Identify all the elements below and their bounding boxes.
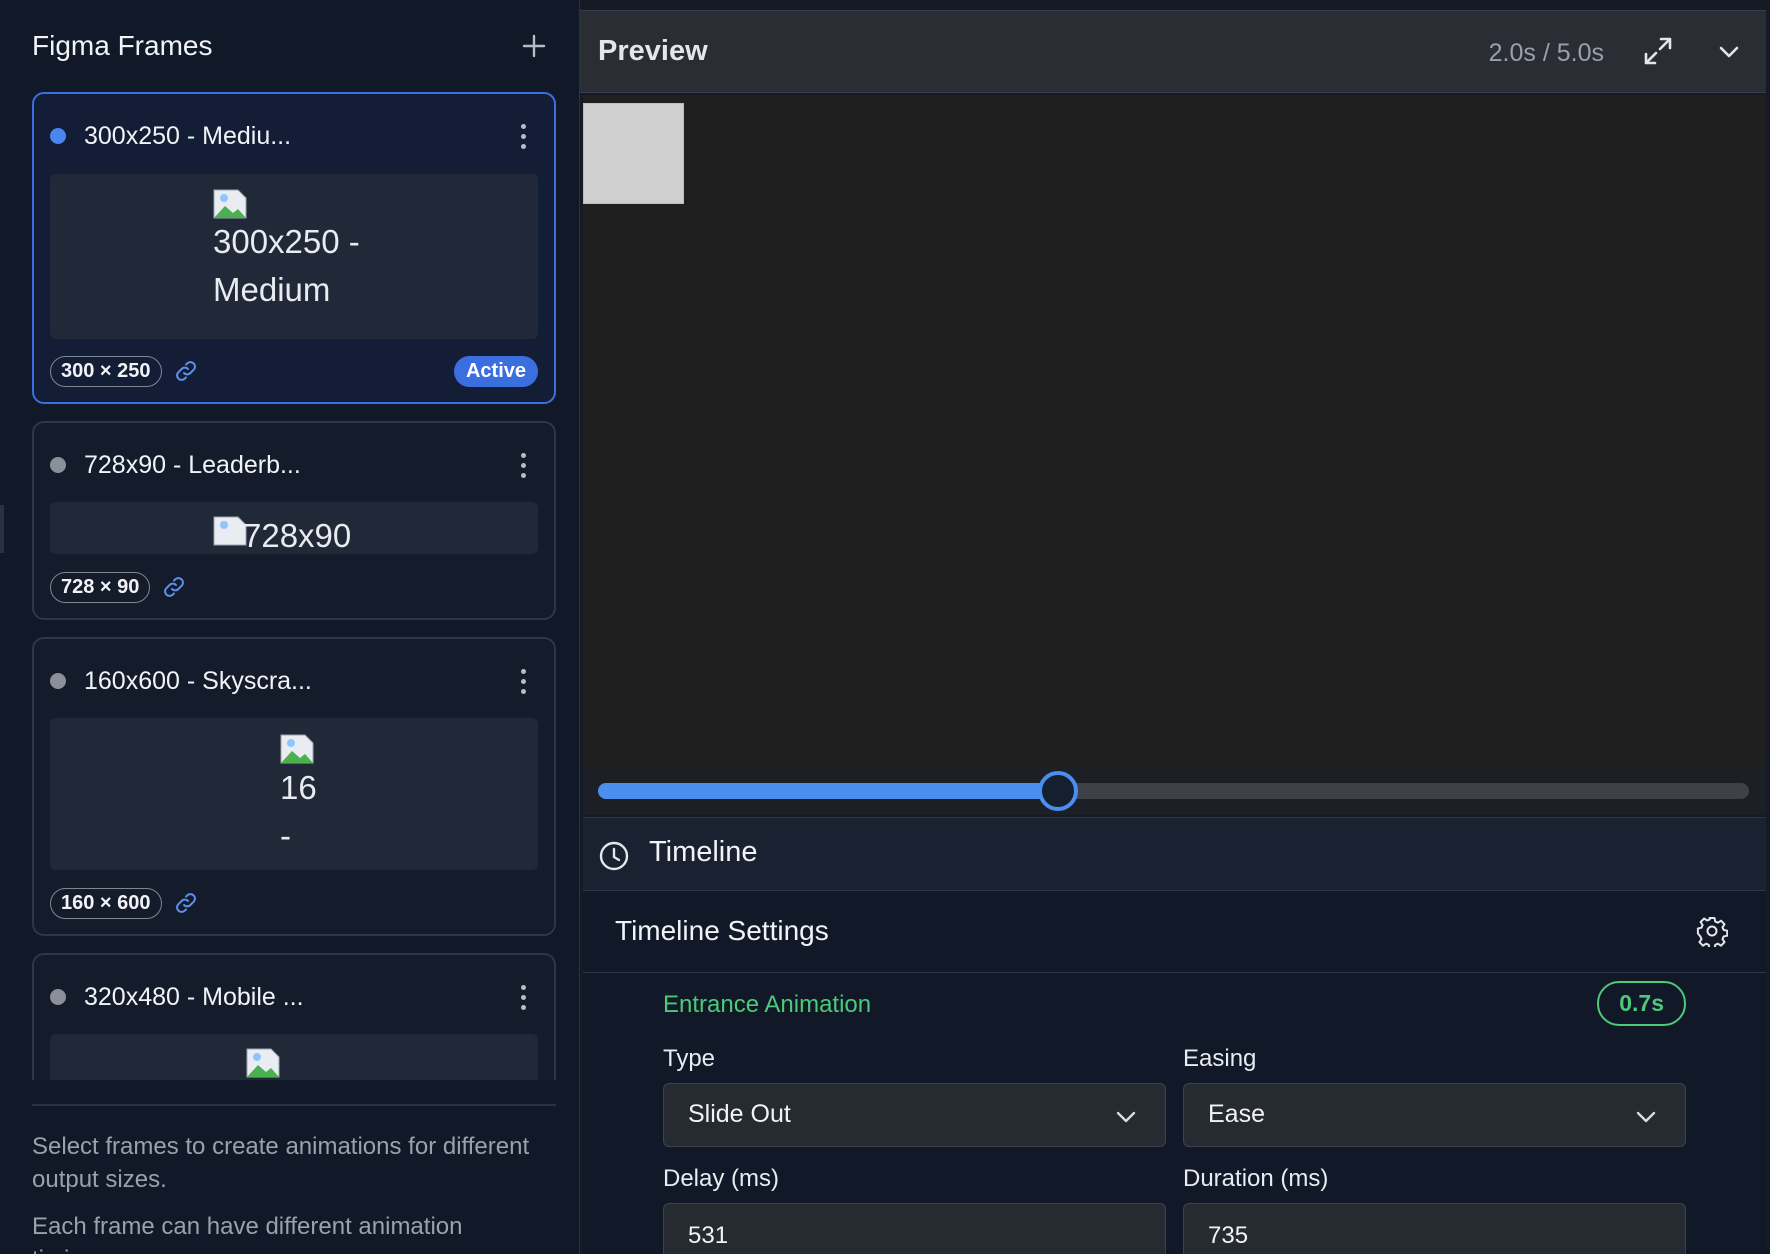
help-text-2: Each frame can have different animation … bbox=[32, 1213, 463, 1254]
preview-title: Preview bbox=[598, 35, 708, 67]
type-label: Type bbox=[663, 1045, 716, 1072]
frames-sidebar: Figma Frames 300x250 - Mediu... 300x250 … bbox=[0, 0, 580, 1254]
add-frame-button[interactable] bbox=[516, 28, 552, 64]
status-dot-icon bbox=[50, 989, 66, 1005]
help-text-1: Select frames to create animations for d… bbox=[32, 1133, 530, 1193]
sidebar-divider bbox=[32, 1104, 556, 1106]
timeline-settings-header: Timeline Settings bbox=[583, 891, 1766, 973]
timeline-header[interactable]: Timeline bbox=[583, 817, 1766, 891]
broken-image-icon bbox=[213, 516, 247, 546]
clock-icon bbox=[599, 841, 629, 871]
thumbnail-alt-text: 300x250 - Medium bbox=[213, 223, 360, 308]
easing-select[interactable]: Ease bbox=[1183, 1083, 1686, 1147]
scrubber-handle[interactable] bbox=[1038, 771, 1079, 811]
dimensions-pill: 160 × 600 bbox=[50, 887, 162, 919]
easing-select-value: Ease bbox=[1208, 1100, 1265, 1128]
timeline-settings-panel: Timeline Settings Entrance Animation 0.7… bbox=[583, 891, 1766, 1254]
plus-icon bbox=[522, 34, 546, 58]
type-select[interactable]: Slide Out bbox=[663, 1083, 1166, 1147]
section-heading: Entrance Animation bbox=[663, 991, 872, 1018]
frame-thumbnail bbox=[50, 1034, 538, 1080]
link-icon[interactable] bbox=[174, 891, 198, 915]
broken-image-icon bbox=[246, 1048, 280, 1078]
playback-time: 2.0s / 5.0s bbox=[1488, 39, 1604, 67]
thumbnail-alt-text: 16 - bbox=[280, 769, 317, 854]
thumbnail-alt-text: 728x90 bbox=[243, 517, 352, 554]
link-icon[interactable] bbox=[174, 359, 198, 383]
scrubber-track[interactable] bbox=[598, 771, 1749, 811]
frame-name: 728x90 - Leaderb... bbox=[84, 450, 301, 479]
chevron-down-icon[interactable] bbox=[1714, 37, 1744, 67]
preview-canvas bbox=[583, 95, 1766, 765]
animated-element bbox=[583, 103, 684, 204]
frame-thumbnail: 728x90 bbox=[50, 502, 538, 554]
more-options-icon[interactable] bbox=[508, 663, 538, 699]
sidebar-title: Figma Frames bbox=[32, 30, 213, 61]
broken-image-icon bbox=[213, 189, 247, 219]
duration-input[interactable]: 735 bbox=[1183, 1203, 1686, 1254]
frame-name: 320x480 - Mobile ... bbox=[84, 982, 304, 1011]
status-dot-icon bbox=[50, 128, 66, 144]
duration-badge: 0.7s bbox=[1597, 981, 1686, 1026]
delay-input[interactable]: 531 bbox=[663, 1203, 1166, 1254]
status-dot-icon bbox=[50, 673, 66, 689]
frame-name: 300x250 - Mediu... bbox=[84, 121, 292, 150]
delay-label: Delay (ms) bbox=[663, 1165, 780, 1192]
scrubber-progress bbox=[598, 783, 1059, 799]
chevron-down-icon bbox=[1116, 1111, 1136, 1123]
frame-card-160x600[interactable]: 160x600 - Skyscra... 16 - 160 × 600 bbox=[32, 637, 556, 936]
frame-thumbnail: 300x250 - Medium bbox=[50, 174, 538, 339]
more-options-icon[interactable] bbox=[508, 979, 538, 1015]
frame-card-320x480[interactable]: 320x480 - Mobile ... bbox=[32, 953, 556, 1080]
main-panel: Preview 2.0s / 5.0s Timeline Timeline Se… bbox=[580, 0, 1770, 1254]
duration-label: Duration (ms) bbox=[1183, 1165, 1329, 1192]
link-icon[interactable] bbox=[162, 575, 186, 599]
timeline-title: Timeline bbox=[649, 836, 758, 868]
expand-icon[interactable] bbox=[1638, 31, 1678, 71]
broken-image-icon bbox=[280, 734, 314, 764]
chevron-down-icon bbox=[1636, 1111, 1656, 1123]
dimensions-pill: 300 × 250 bbox=[50, 355, 162, 387]
preview-header: Preview 2.0s / 5.0s bbox=[580, 11, 1766, 93]
timeline-settings-title: Timeline Settings bbox=[615, 915, 829, 946]
frame-card-728x90[interactable]: 728x90 - Leaderb... 728x90 728 × 90 bbox=[32, 421, 556, 620]
scrubber bbox=[583, 765, 1766, 815]
status-dot-icon bbox=[50, 457, 66, 473]
more-options-icon[interactable] bbox=[508, 118, 538, 154]
resize-handle[interactable] bbox=[0, 505, 4, 553]
dimensions-pill: 728 × 90 bbox=[50, 571, 151, 603]
more-options-icon[interactable] bbox=[508, 447, 538, 483]
frame-list: 300x250 - Mediu... 300x250 - Medium 300 … bbox=[32, 92, 556, 1080]
duration-input-value: 735 bbox=[1208, 1222, 1249, 1249]
easing-label: Easing bbox=[1183, 1045, 1257, 1072]
active-badge: Active bbox=[453, 355, 538, 387]
type-select-value: Slide Out bbox=[688, 1100, 791, 1128]
frame-card-300x250[interactable]: 300x250 - Mediu... 300x250 - Medium 300 … bbox=[32, 92, 556, 404]
gear-icon[interactable] bbox=[1696, 915, 1728, 947]
delay-input-value: 531 bbox=[688, 1222, 729, 1249]
frame-name: 160x600 - Skyscra... bbox=[84, 666, 312, 695]
sidebar-header: Figma Frames bbox=[32, 28, 552, 64]
frame-thumbnail: 16 - bbox=[50, 718, 538, 870]
